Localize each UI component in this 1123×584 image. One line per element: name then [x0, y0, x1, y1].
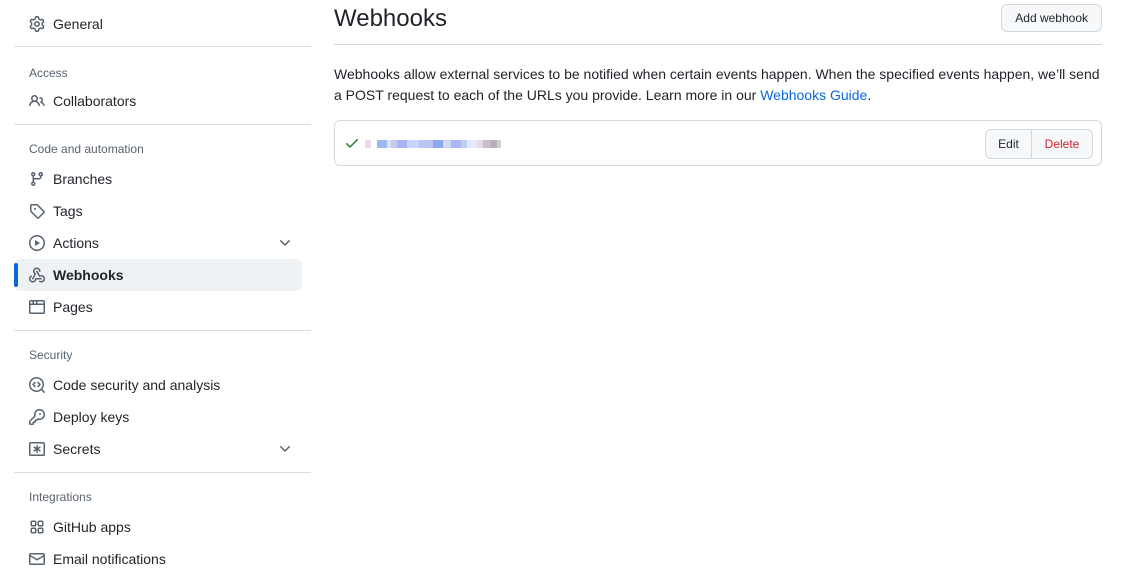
- webhooks-description: Webhooks allow external services to be n…: [334, 64, 1102, 106]
- chevron-down-icon[interactable]: [277, 441, 293, 457]
- sidebar-item-label: Webhooks: [53, 267, 124, 283]
- gear-icon: [29, 16, 45, 32]
- sidebar-divider: [14, 46, 311, 47]
- webhook-icon: [29, 267, 45, 283]
- sidebar-item-actions[interactable]: Actions: [14, 227, 302, 259]
- settings-sidebar: General Access Collaborators Code and au…: [14, 0, 311, 575]
- sidebar-item-code-security[interactable]: Code security and analysis: [14, 369, 302, 401]
- sidebar-item-branches[interactable]: Branches: [14, 163, 302, 195]
- sidebar-item-deploy-keys[interactable]: Deploy keys: [14, 401, 302, 433]
- sidebar-item-secrets[interactable]: Secrets: [14, 433, 302, 465]
- codescan-icon: [29, 377, 45, 393]
- sidebar-item-label: Tags: [53, 203, 83, 219]
- sidebar-item-label: General: [53, 16, 103, 32]
- delete-webhook-button[interactable]: Delete: [1032, 129, 1093, 159]
- sidebar-item-label: Email notifications: [53, 551, 166, 567]
- sidebar-item-label: GitHub apps: [53, 519, 131, 535]
- sidebar-item-label: Pages: [53, 299, 93, 315]
- description-suffix: .: [867, 87, 872, 103]
- sidebar-item-pages[interactable]: Pages: [14, 291, 302, 323]
- sidebar-item-label: Code security and analysis: [53, 377, 221, 393]
- webhook-list-item: Edit Delete: [334, 120, 1102, 166]
- sidebar-item-label: Secrets: [53, 441, 101, 457]
- sidebar-divider: [14, 330, 311, 331]
- sidebar-item-label: Collaborators: [53, 93, 137, 109]
- mail-icon: [29, 551, 45, 567]
- section-heading-security: Security: [29, 348, 73, 362]
- section-heading-integrations: Integrations: [29, 490, 92, 504]
- sidebar-item-email-notifications[interactable]: Email notifications: [14, 543, 302, 575]
- section-heading-access: Access: [29, 66, 68, 80]
- webhook-actions: Edit Delete: [985, 129, 1093, 159]
- browser-icon: [29, 299, 45, 315]
- play-icon: [29, 235, 45, 251]
- asterisk-icon: [29, 441, 45, 457]
- git-branch-icon: [29, 171, 45, 187]
- sidebar-item-tags[interactable]: Tags: [14, 195, 302, 227]
- description-text: Webhooks allow external services to be n…: [334, 66, 1100, 103]
- key-icon: [29, 409, 45, 425]
- sidebar-divider: [14, 124, 311, 125]
- tag-icon: [29, 203, 45, 219]
- check-icon: [344, 135, 360, 151]
- sidebar-item-webhooks[interactable]: Webhooks: [14, 259, 302, 291]
- edit-webhook-button[interactable]: Edit: [985, 129, 1032, 159]
- sidebar-divider: [14, 472, 311, 473]
- sidebar-item-label: Branches: [53, 171, 113, 187]
- section-heading-code-automation: Code and automation: [29, 142, 144, 156]
- page-title: Webhooks: [334, 5, 447, 32]
- sidebar-item-label: Actions: [53, 235, 99, 251]
- webhooks-guide-link[interactable]: Webhooks Guide: [760, 87, 867, 103]
- sidebar-item-general[interactable]: General: [14, 8, 302, 40]
- apps-icon: [29, 519, 45, 535]
- add-webhook-button[interactable]: Add webhook: [1001, 4, 1102, 32]
- page-header: Webhooks Add webhook: [334, 0, 1102, 45]
- sidebar-item-github-apps[interactable]: GitHub apps: [14, 511, 302, 543]
- people-icon: [29, 93, 45, 109]
- sidebar-item-collaborators[interactable]: Collaborators: [14, 85, 302, 117]
- sidebar-item-label: Deploy keys: [53, 409, 130, 425]
- main-content: Webhooks Add webhook Webhooks allow exte…: [334, 0, 1102, 166]
- webhook-url-redacted[interactable]: [365, 135, 501, 153]
- chevron-down-icon[interactable]: [277, 235, 293, 251]
